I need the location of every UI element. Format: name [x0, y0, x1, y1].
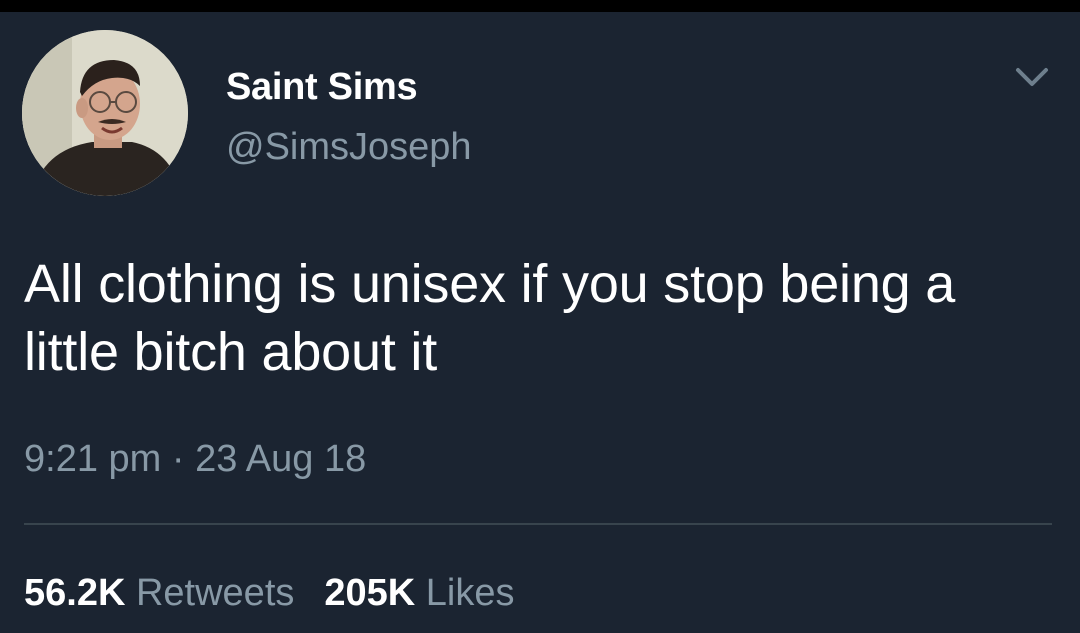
- avatar-photo-icon: [22, 30, 188, 196]
- tweet-menu-button[interactable]: [1010, 62, 1054, 92]
- author-handle[interactable]: @SimsJoseph: [226, 128, 472, 166]
- retweets-count: 56.2K: [24, 572, 126, 614]
- tweet-stats: 56.2K Retweets 205K Likes: [24, 574, 545, 612]
- avatar[interactable]: [22, 30, 188, 196]
- tweet-card: Saint Sims @SimsJoseph All clothing is u…: [0, 12, 1080, 633]
- divider: [24, 523, 1052, 525]
- author-display-name[interactable]: Saint Sims: [226, 68, 418, 106]
- tweet-text: All clothing is unisex if you stop being…: [24, 254, 956, 382]
- top-edge-strip: [0, 0, 1080, 12]
- likes-label: Likes: [425, 572, 515, 614]
- likes-count: 205K: [324, 572, 416, 614]
- chevron-down-icon: [1016, 68, 1048, 86]
- likes-stat[interactable]: 205K Likes: [324, 572, 514, 614]
- retweets-stat[interactable]: 56.2K Retweets: [24, 572, 294, 614]
- tweet-timestamp[interactable]: 9:21 pm · 23 Aug 18: [24, 440, 366, 478]
- retweets-label: Retweets: [135, 572, 295, 614]
